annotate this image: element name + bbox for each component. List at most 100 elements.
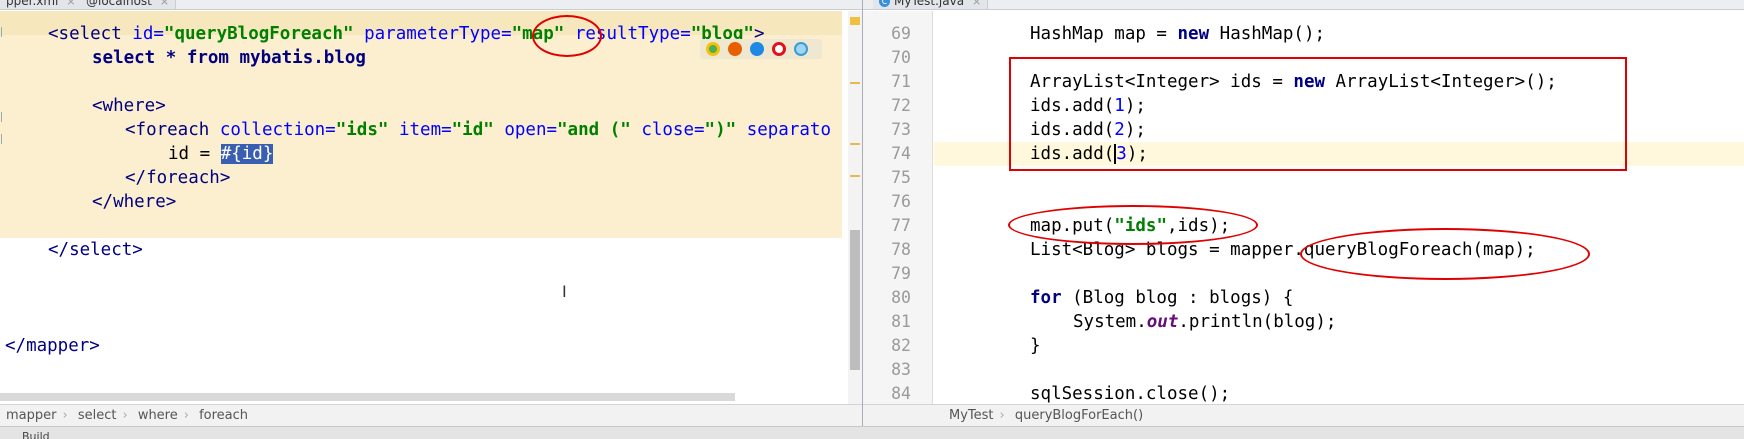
breadcrumb-separator: › <box>183 408 189 423</box>
tab-label: MyTest.java <box>894 0 965 8</box>
breadcrumb: mapper › select › where › foreach <box>0 404 862 426</box>
fold-marker[interactable] <box>1 27 4 37</box>
warning-marker[interactable] <box>850 17 860 25</box>
xml-value: "ids" <box>335 120 389 140</box>
fold-marker[interactable] <box>1 112 4 122</box>
java-text: .println(blog); <box>1178 312 1337 332</box>
annotation-rectangle <box>1009 57 1627 171</box>
breadcrumb-item[interactable]: MyTest <box>943 405 1000 426</box>
tab-mapper-xml[interactable]: pper.xml × <box>0 0 83 9</box>
java-text: (Blog blog : blogs) { <box>1061 288 1294 308</box>
opera-icon[interactable] <box>772 42 786 56</box>
tab-label: pper.xml <box>6 0 59 8</box>
java-text: HashMap(); <box>1209 24 1326 44</box>
line-number: 78 <box>891 240 911 259</box>
breadcrumb-item[interactable]: queryBlogForEach() <box>1009 405 1149 426</box>
xml-text: id = <box>168 144 221 164</box>
fold-marker[interactable] <box>1 134 4 144</box>
java-keyword: new <box>1177 24 1210 44</box>
xml-tag: <select <box>48 24 133 44</box>
xml-line-select-open[interactable]: <select id="queryBlogForeach" parameterT… <box>48 22 765 46</box>
java-static-field: out <box>1146 312 1179 332</box>
close-icon[interactable]: × <box>972 0 981 8</box>
chrome-icon[interactable] <box>706 42 720 56</box>
tab-label: @localhost <box>86 0 152 8</box>
status-bar: Build <box>0 426 1744 439</box>
close-icon[interactable]: × <box>160 0 169 8</box>
xml-line-where-open[interactable]: <where> <box>92 94 166 118</box>
scroll-marker[interactable] <box>850 143 860 145</box>
line-number: 70 <box>891 48 911 67</box>
line-number: 81 <box>891 312 911 331</box>
annotation-ellipse-map <box>532 15 602 57</box>
mouse-ibeam-cursor-icon: I <box>562 282 567 301</box>
xml-value: "queryBlogForeach" <box>163 24 354 44</box>
build-tool-window-button[interactable]: Build <box>22 430 50 439</box>
line-number: 71 <box>891 72 911 91</box>
breadcrumb-separator: › <box>122 408 128 423</box>
tab-localhost[interactable]: @localhost × <box>80 0 177 9</box>
xml-line-sql[interactable]: select * from mybatis.blog <box>92 46 366 70</box>
xml-value: ")" <box>704 120 737 140</box>
line-number: 75 <box>891 168 911 187</box>
java-text: System. <box>1073 312 1147 332</box>
right-tab-bar: C MyTest.java × <box>863 0 1744 10</box>
tab-mytest-java[interactable]: C MyTest.java × <box>873 0 989 9</box>
close-icon[interactable]: × <box>66 0 75 8</box>
xml-tag: <foreach <box>125 120 220 140</box>
line-number: 77 <box>891 216 911 235</box>
xml-line-foreach-close[interactable]: </foreach> <box>125 166 230 190</box>
vertical-scrollbar-thumb[interactable] <box>850 230 860 370</box>
xml-line-foreach-open[interactable]: <foreach collection="ids" item="id" open… <box>125 118 831 142</box>
left-tab-bar: pper.xml × @localhost × <box>0 0 862 10</box>
ie-icon[interactable] <box>794 42 808 56</box>
annotation-ellipse-map-put <box>1008 205 1258 245</box>
java-keyword: for <box>1030 288 1062 308</box>
xml-attr: close= <box>630 120 705 140</box>
java-line-69[interactable]: HashMap map = new HashMap(); <box>1030 22 1325 46</box>
breadcrumb-item[interactable]: select <box>72 405 123 426</box>
xml-line-mapper-close[interactable]: </mapper> <box>5 334 100 358</box>
xml-attr: item= <box>388 120 452 140</box>
scroll-marker[interactable] <box>850 175 860 177</box>
xml-attr: id= <box>132 24 164 44</box>
line-number: 73 <box>891 120 911 139</box>
breadcrumb: MyTest › queryBlogForEach() <box>863 404 1744 426</box>
selected-text[interactable]: #{id} <box>220 144 274 164</box>
xml-attr: parameterType= <box>353 24 512 44</box>
java-text: HashMap map = <box>1030 24 1178 44</box>
xml-line-where-close[interactable]: </where> <box>92 190 176 214</box>
java-line-80[interactable]: for (Blog blog : blogs) { <box>1030 286 1293 310</box>
breadcrumb-item[interactable]: foreach <box>193 405 254 426</box>
xml-value: "id" <box>451 120 494 140</box>
java-line-84[interactable]: sqlSession.close(); <box>1030 382 1230 406</box>
line-number: 82 <box>891 336 911 355</box>
safari-icon[interactable] <box>750 42 764 56</box>
xml-line-select-close[interactable]: </select> <box>48 238 143 262</box>
xml-attr: open= <box>493 120 558 140</box>
breadcrumb-item[interactable]: mapper <box>0 405 62 426</box>
line-number: 80 <box>891 288 911 307</box>
breadcrumb-separator: › <box>999 408 1005 423</box>
annotation-ellipse-query <box>1300 228 1590 280</box>
line-number: 76 <box>891 192 911 211</box>
firefox-icon[interactable] <box>728 42 742 56</box>
line-number: 69 <box>891 24 911 43</box>
line-number: 83 <box>891 360 911 379</box>
xml-line-id[interactable]: id = #{id} <box>168 142 274 166</box>
breadcrumb-item[interactable]: where <box>132 405 184 426</box>
horizontal-scrollbar[interactable] <box>0 393 735 401</box>
xml-value: "and (" <box>557 120 631 140</box>
java-line-82[interactable]: } <box>1030 334 1041 358</box>
breadcrumb-separator: › <box>62 408 68 423</box>
xml-attr: separato <box>736 120 831 140</box>
java-class-icon: C <box>879 0 890 7</box>
xml-attr: collection= <box>219 120 336 140</box>
line-number: 84 <box>891 384 911 403</box>
scroll-marker[interactable] <box>850 82 860 84</box>
java-line-81[interactable]: System.out.println(blog); <box>1073 310 1336 334</box>
line-number: 79 <box>891 264 911 283</box>
line-number: 72 <box>891 96 911 115</box>
line-number: 74 <box>891 144 911 163</box>
browser-preview-bar <box>700 39 822 59</box>
